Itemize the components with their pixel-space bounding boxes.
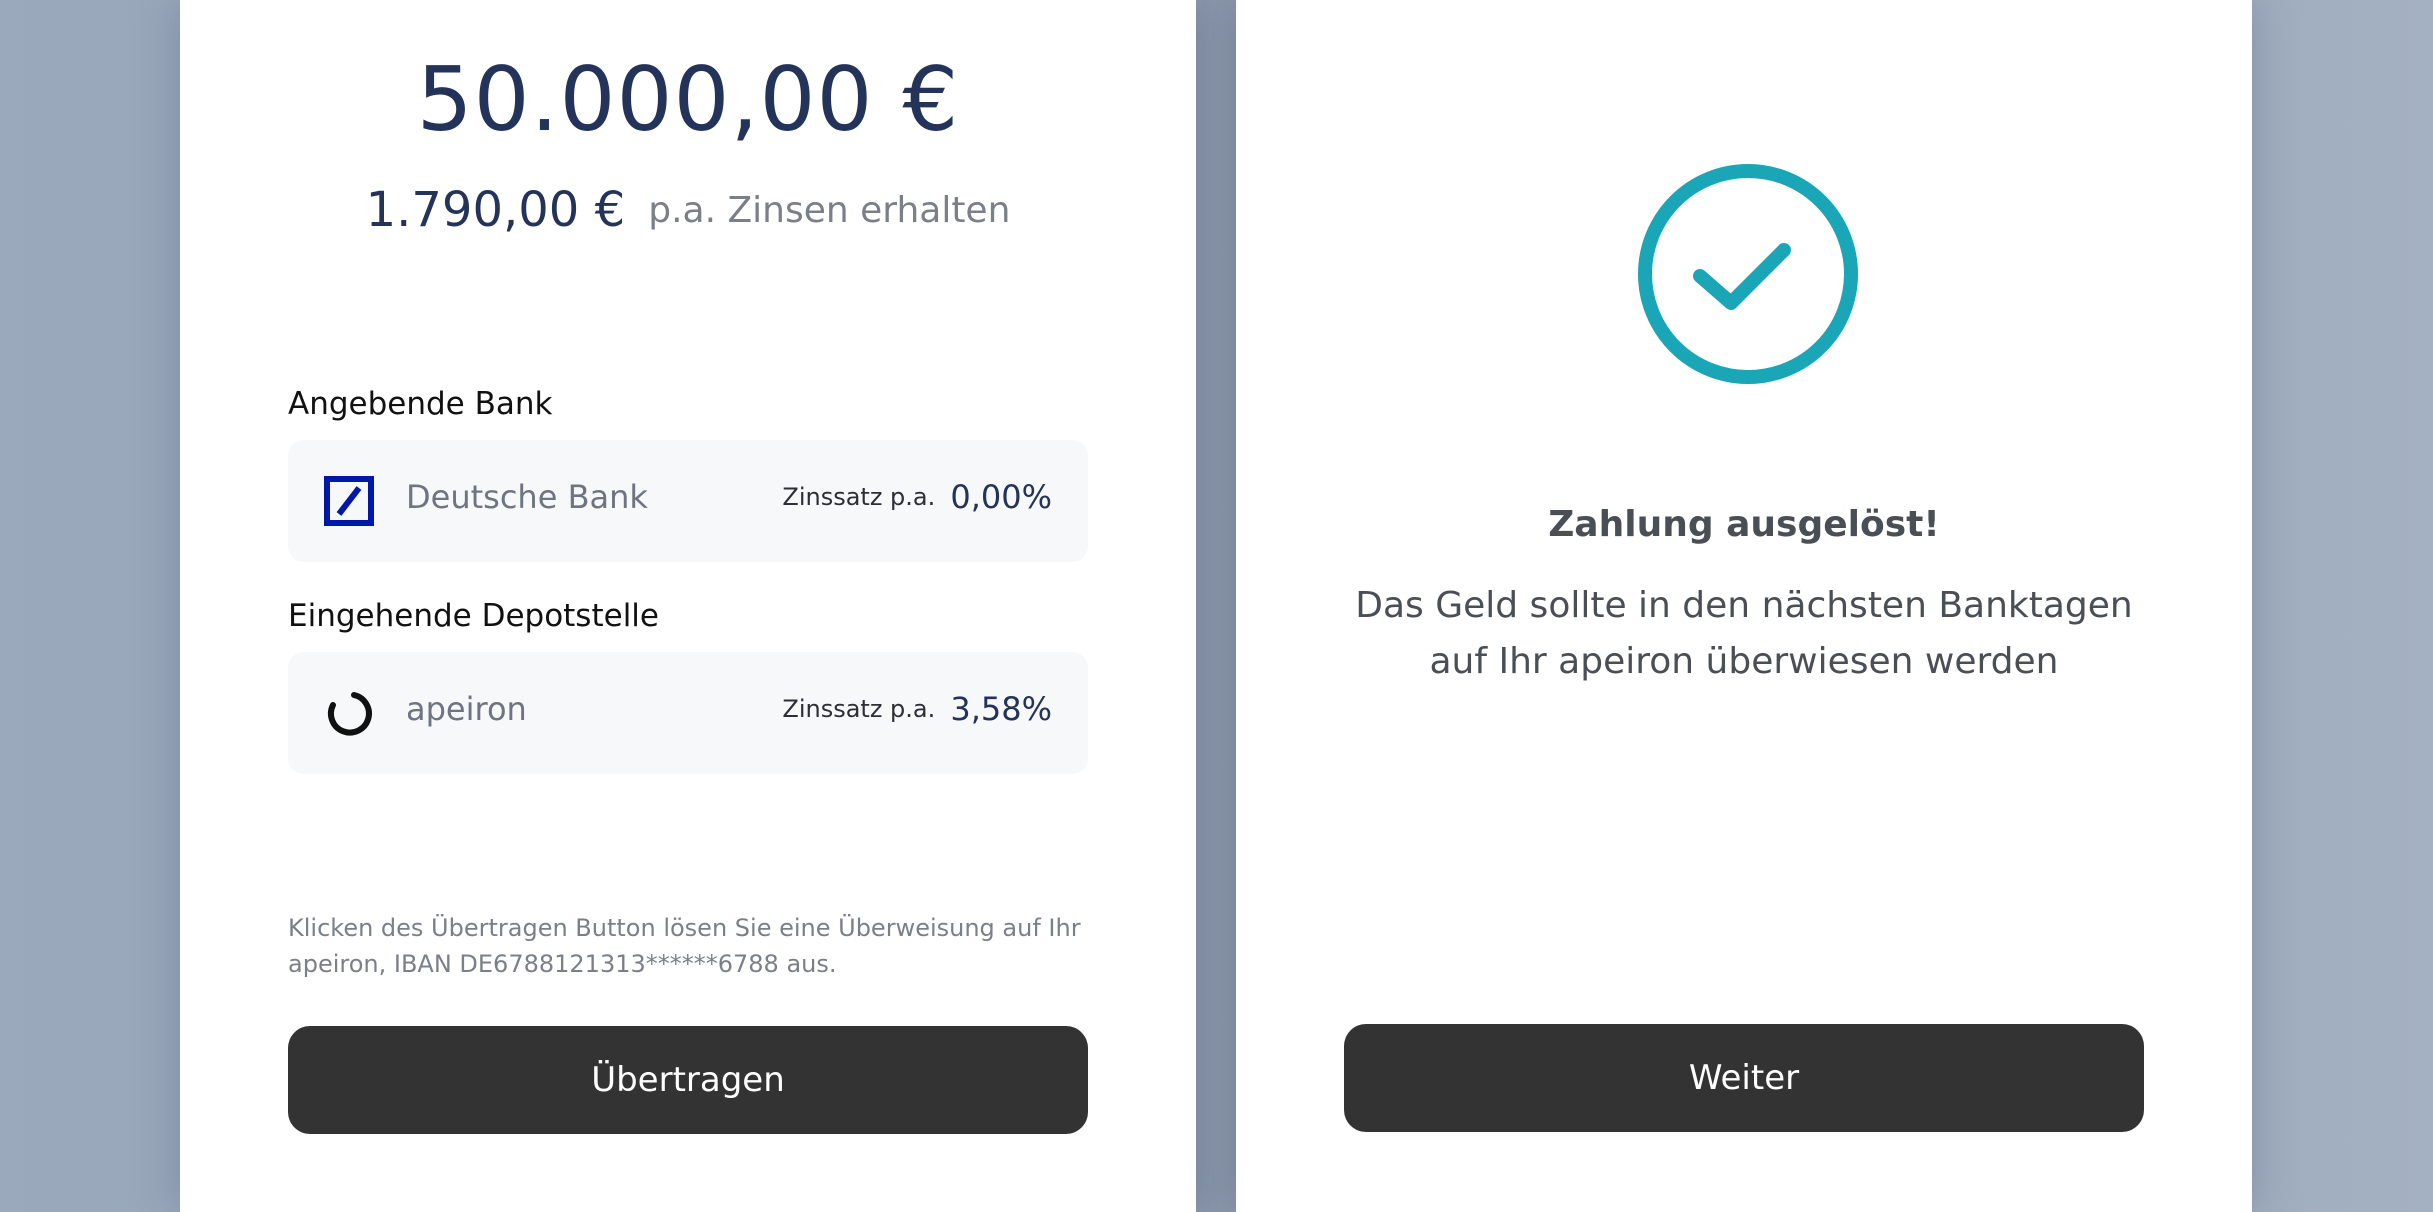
source-bank-name: Deutsche Bank [406,478,648,516]
target-bank-card: apeiron Zinssatz p.a. 3,58% [288,652,1088,774]
success-message: Das Geld sollte in den nächsten Banktage… [1355,585,2133,682]
source-bank-card: Deutsche Bank Zinssatz p.a. 0,00% [288,440,1088,562]
interest-label: p.a. Zinsen erhalten [648,189,1011,231]
success-panel: Zahlung ausgelöst! Das Geld sollte in de… [1236,0,2252,1212]
target-rate-value: 3,58% [950,690,1052,728]
transfer-disclaimer: Klicken des Übertragen Button lösen Sie … [288,914,1081,978]
target-bank-name: apeiron [406,690,527,728]
target-bank-heading: Eingehende Depotstelle [288,598,659,634]
source-bank-heading: Angebende Bank [288,386,553,422]
source-rate-value: 0,00% [950,478,1052,516]
deutsche-bank-logo-icon [324,476,374,526]
source-rate-label: Zinssatz p.a. [782,483,936,511]
transfer-amount: 50.000,00 € [416,48,960,151]
interest-summary: 1.790,00 € p.a. Zinsen erhalten [180,182,1196,238]
check-circle-icon [1638,164,1858,384]
target-rate-label: Zinssatz p.a. [782,695,936,723]
apeiron-logo-icon [328,692,372,736]
transfer-panel: 50.000,00 € 1.790,00 € p.a. Zinsen erhal… [180,0,1196,1212]
transfer-button[interactable]: Übertragen [288,1026,1088,1134]
success-title: Zahlung ausgelöst! [1548,504,1940,545]
source-rate: Zinssatz p.a. 0,00% [782,478,1052,516]
target-rate: Zinssatz p.a. 3,58% [782,690,1052,728]
continue-button[interactable]: Weiter [1344,1024,2144,1132]
interest-value: 1.790,00 € [365,182,626,238]
